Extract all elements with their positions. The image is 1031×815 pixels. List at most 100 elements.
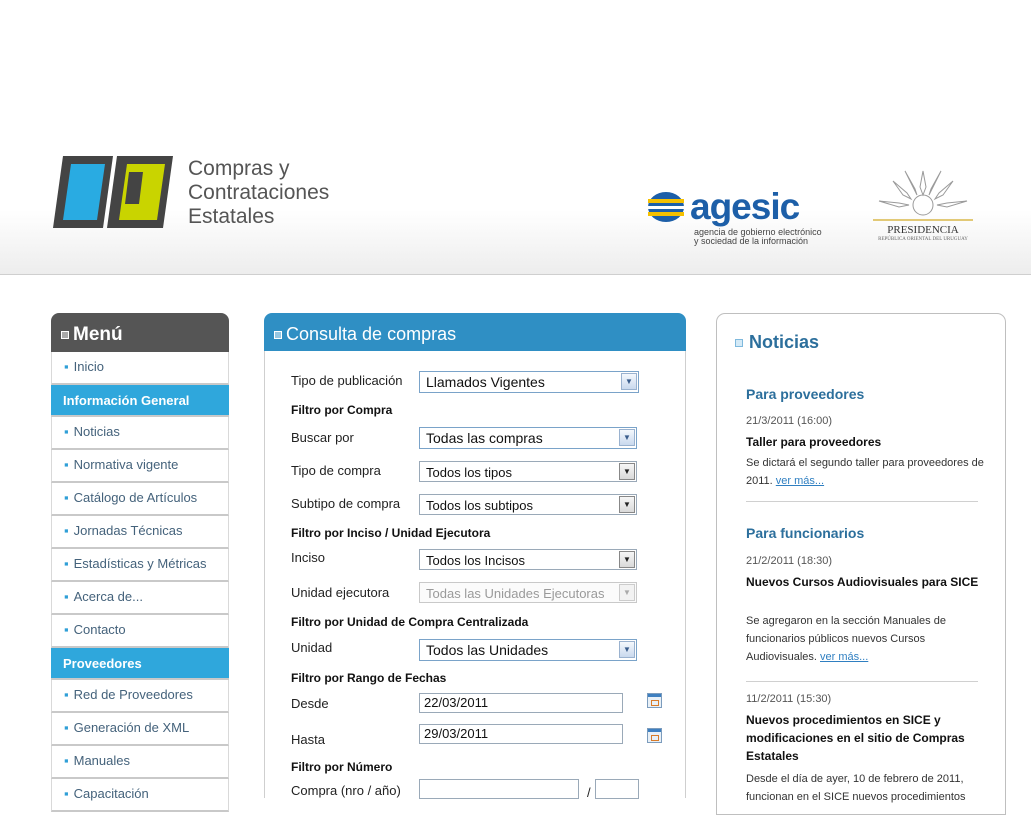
menu-item-label: Estadísticas y Métricas [73, 556, 207, 571]
bullet-icon: ▪ [64, 457, 69, 472]
agesic-wordmark: agesic [690, 186, 800, 227]
noticias-panel: Noticias Para proveedores 21/3/2011 (16:… [716, 313, 1006, 815]
consulta-form: Tipo de publicación Llamados Vigentes ▼ … [264, 351, 686, 800]
news-divider [746, 681, 978, 682]
desde-date-input[interactable]: 22/03/2011 [419, 693, 623, 713]
chevron-down-icon: ▼ [619, 551, 635, 568]
square-bullet-icon [274, 331, 282, 340]
menu-item-label: Contacto [73, 622, 126, 637]
menu-item-red-proveedores[interactable]: ▪ Red de Proveedores [51, 680, 229, 713]
bullet-icon: ▪ [64, 490, 69, 505]
bullet-icon: ▪ [64, 424, 69, 439]
ver-mas-link[interactable]: ver más... [776, 475, 824, 487]
ver-mas-link[interactable]: ver más... [820, 651, 868, 663]
menu-item-jornadas[interactable]: ▪ Jornadas Técnicas [51, 516, 229, 549]
news-title[interactable]: Taller para proveedores [746, 433, 986, 451]
select-value: Todos los Incisos [426, 553, 525, 568]
left-menu: Menú ▪ Inicio Información General ▪ Notici… [51, 313, 229, 812]
menu-section-proveedores[interactable]: Proveedores [51, 648, 229, 680]
row-unidad: Unidad Todos las Unidades ▼ [287, 638, 677, 662]
menu-item-generacion-xml[interactable]: ▪ Generación de XML [51, 713, 229, 746]
logo-text: Compras y Contrataciones Estatales [188, 157, 329, 229]
agesic-tagline-2: y sociedad de la información [694, 236, 809, 246]
row-unidad-ejecutora: Unidad ejecutora Todas las Unidades Ejec… [287, 582, 677, 604]
buscar-por-select[interactable]: Todas las compras ▼ [419, 427, 637, 449]
bullet-icon: ▪ [64, 720, 69, 735]
menu-title: Menú [51, 313, 229, 352]
consulta-title: Consulta de compras [264, 313, 686, 351]
presidencia-logo[interactable]: PRESIDENCIA REPÚBLICA ORIENTAL DEL URUGU… [846, 165, 1000, 245]
select-value: Todos los subtipos [426, 498, 533, 513]
calendar-icon[interactable] [647, 728, 662, 743]
hasta-date-input[interactable]: 29/03/2011 [419, 724, 623, 744]
filtro-compra-heading: Filtro por Compra [291, 403, 393, 417]
agesic-icon [648, 192, 684, 222]
label-tipo-compra: Tipo de compra [291, 463, 381, 478]
menu-item-capacitacion[interactable]: ▪ Capacitación [51, 779, 229, 812]
unidad-select[interactable]: Todos las Unidades ▼ [419, 639, 637, 661]
agesic-tagline: agencia de gobierno electrónico y socied… [694, 228, 822, 246]
menu-item-inicio[interactable]: ▪ Inicio [51, 352, 229, 385]
calendar-icon[interactable] [647, 693, 662, 708]
label-unidad: Unidad [291, 640, 333, 655]
news-text: Se agregaron en la sección Manuales de f… [746, 612, 986, 666]
menu-item-estadisticas[interactable]: ▪ Estadísticas y Métricas [51, 549, 229, 582]
row-hasta: Hasta 29/03/2011 [287, 724, 677, 747]
bullet-icon: ▪ [64, 687, 69, 702]
label-unidad-ejecutora: Unidad ejecutora [291, 585, 390, 600]
news-date: 21/2/2011 (18:30) [746, 555, 833, 567]
filtro-numero-heading: Filtro por Número [291, 760, 393, 774]
menu-item-catalogo[interactable]: ▪ Catálogo de Artículos [51, 483, 229, 516]
agesic-logo[interactable]: agesic agencia de gobierno electrónico y… [646, 186, 826, 246]
label-inciso: Inciso [291, 550, 325, 565]
noticias-title: Noticias [735, 332, 819, 353]
compras-estatales-logo[interactable] [51, 154, 175, 230]
menu-item-label: Jornadas Técnicas [73, 523, 183, 538]
row-desde: Desde 22/03/2011 [287, 693, 677, 715]
tipo-publicacion-select[interactable]: Llamados Vigentes ▼ [419, 371, 639, 393]
compra-nro-input[interactable] [419, 779, 579, 799]
menu-section-informacion-general[interactable]: Información General [51, 385, 229, 417]
subtipo-compra-select[interactable]: Todos los subtipos ▼ [419, 494, 637, 515]
menu-title-text: Menú [73, 324, 123, 345]
menu-item-noticias[interactable]: ▪ Noticias [51, 417, 229, 450]
label-compra-nro: Compra (nro / año) [291, 783, 401, 798]
presidencia-sublabel: REPÚBLICA ORIENTAL DEL URUGUAY [878, 237, 968, 242]
inciso-select[interactable]: Todos los Incisos ▼ [419, 549, 637, 570]
menu-item-manuales[interactable]: ▪ Manuales [51, 746, 229, 779]
menu-item-label: Capacitación [73, 786, 149, 801]
row-tipo-compra: Tipo de compra Todos los tipos ▼ [287, 461, 677, 483]
select-value: Todos los tipos [426, 465, 512, 480]
bullet-icon: ▪ [64, 622, 69, 637]
compra-anio-input[interactable] [595, 779, 639, 799]
news-divider [746, 501, 978, 502]
menu-item-acerca[interactable]: ▪ Acerca de... [51, 582, 229, 615]
bullet-icon: ▪ [64, 556, 69, 571]
select-value: Todos las Unidades [426, 642, 549, 658]
square-bullet-icon [735, 339, 743, 348]
menu-item-label: Inicio [73, 359, 104, 374]
menu-item-label: Manuales [73, 753, 130, 768]
bullet-icon: ▪ [64, 786, 69, 801]
menu-item-label: Catálogo de Artículos [73, 490, 198, 505]
tipo-compra-select[interactable]: Todos los tipos ▼ [419, 461, 637, 482]
news-date: 21/3/2011 (16:00) [746, 415, 833, 427]
menu-item-contacto[interactable]: ▪ Contacto [51, 615, 229, 648]
select-value: Todas las Unidades Ejecutoras [426, 586, 605, 601]
bullet-icon: ▪ [64, 753, 69, 768]
noticias-heading-proveedores[interactable]: Para proveedores [746, 386, 864, 402]
chevron-down-icon: ▼ [619, 429, 635, 446]
noticias-title-text: Noticias [749, 332, 820, 352]
unidad-ejecutora-select[interactable]: Todas las Unidades Ejecutoras ▼ [419, 582, 637, 603]
menu-item-label: Red de Proveedores [73, 687, 193, 702]
chevron-down-icon: ▼ [621, 373, 637, 390]
label-desde: Desde [291, 696, 329, 711]
menu-item-normativa[interactable]: ▪ Normativa vigente [51, 450, 229, 483]
square-bullet-icon [61, 330, 69, 339]
news-title[interactable]: Nuevos Cursos Audiovisuales para SICE [746, 573, 986, 591]
noticias-heading-funcionarios[interactable]: Para funcionarios [746, 525, 864, 541]
news-text: Desde el día de ayer, 10 de febrero de 2… [746, 773, 966, 803]
filtro-inciso-heading: Filtro por Inciso / Unidad Ejecutora [291, 526, 491, 540]
news-title[interactable]: Nuevos procedimientos en SICE y modifica… [746, 711, 986, 765]
sun-emblem-icon [873, 170, 973, 221]
